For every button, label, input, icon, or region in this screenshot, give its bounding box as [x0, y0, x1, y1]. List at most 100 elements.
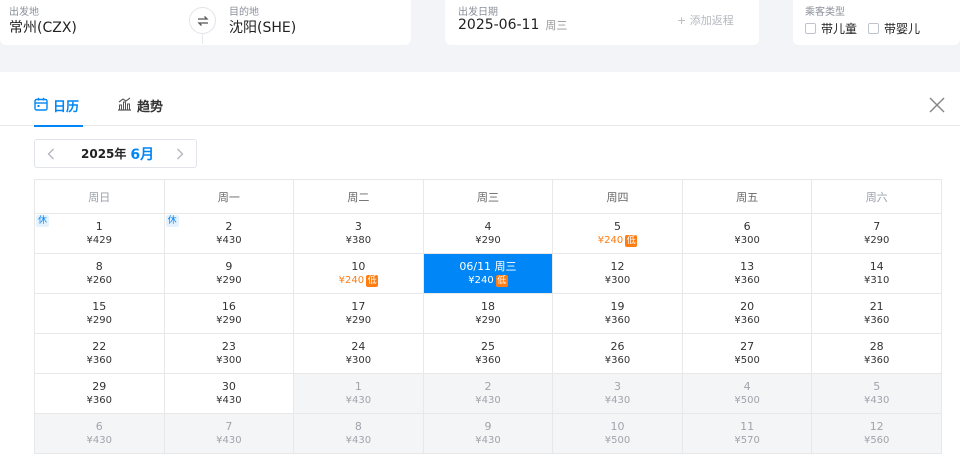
calendar-day[interactable]: 4 ¥290 [422, 213, 554, 254]
day-number: 29 [92, 379, 107, 393]
calendar-day[interactable]: 10 ¥500 [552, 413, 683, 454]
calendar-day[interactable]: 24 ¥300 [293, 333, 424, 374]
calendar-day[interactable]: 5 ¥240 低 [552, 213, 683, 254]
price-wrap: ¥360 [35, 354, 164, 368]
calendar-day[interactable]: 9 ¥290 [163, 253, 295, 294]
calendar-day[interactable]: 12 ¥300 [552, 253, 683, 294]
calendar-day[interactable]: 4 ¥500 [681, 373, 813, 414]
calendar-day[interactable]: 11 ¥570 [681, 413, 813, 454]
weekday-header: 周日 [34, 179, 165, 214]
calendar-day[interactable]: 15 ¥290 [34, 293, 165, 334]
swap-arrows-icon [196, 15, 209, 26]
departure-field[interactable]: 出发地 常州(CZX) [0, 0, 180, 45]
calendar-day[interactable]: 28 ¥360 [811, 333, 942, 374]
calendar-day-selected[interactable]: 06/11 周三 ¥240 低 [422, 253, 554, 294]
child-option[interactable]: 带儿童 [805, 20, 857, 37]
destination-field[interactable]: 目的地 沈阳(SHE) [222, 0, 402, 45]
day-price: ¥430 [604, 394, 631, 406]
price-wrap: ¥300 [683, 234, 812, 248]
day-number: 8 [354, 419, 362, 433]
day-price: ¥290 [216, 314, 242, 326]
swap-button[interactable] [189, 7, 216, 34]
price-wrap: ¥290 [165, 274, 294, 288]
date-value-wrap: 2025-06-11 周三 [458, 17, 567, 33]
calendar-day[interactable]: 26 ¥360 [552, 333, 683, 374]
calendar-day[interactable]: 9 ¥430 [422, 413, 554, 454]
tab-calendar[interactable]: 日历 [34, 96, 84, 127]
day-number: 3 [354, 219, 362, 233]
calendar-day[interactable]: 17 ¥290 [293, 293, 424, 334]
calendar-day[interactable]: 21 ¥360 [811, 293, 942, 334]
day-number: 5 [873, 379, 881, 393]
price-wrap: ¥560 [812, 434, 941, 448]
date-card: 出发日期 2025-06-11 周三 + 添加返程 [445, 0, 759, 45]
calendar-day[interactable]: 休 1 ¥429 [34, 213, 165, 254]
calendar-day[interactable]: 2 ¥430 [422, 373, 554, 414]
calendar-day[interactable]: 10 ¥240 低 [293, 253, 424, 294]
prev-month-button[interactable] [39, 140, 63, 167]
calendar-day[interactable]: 5 ¥430 [811, 373, 942, 414]
calendar-day[interactable]: 6 ¥430 [34, 413, 165, 454]
calendar-day[interactable]: 16 ¥290 [163, 293, 295, 334]
calendar-day[interactable]: 7 ¥430 [163, 413, 295, 454]
departure-date-field[interactable]: 出发日期 2025-06-11 周三 [445, 0, 655, 45]
calendar-day[interactable]: 8 ¥430 [293, 413, 424, 454]
calendar-day[interactable]: 29 ¥360 [34, 373, 165, 414]
next-month-button[interactable] [168, 140, 192, 167]
calendar-day[interactable]: 23 ¥300 [163, 333, 295, 374]
calendar-day[interactable]: 3 ¥430 [552, 373, 683, 414]
calendar-day[interactable]: 13 ¥360 [681, 253, 813, 294]
day-price: ¥290 [475, 234, 501, 246]
day-price: ¥290 [345, 314, 372, 326]
infant-checkbox[interactable] [868, 23, 879, 34]
chevron-right-icon [177, 148, 184, 159]
passenger-label: 乘客类型 [805, 7, 845, 18]
day-number: 06/11 周三 [459, 259, 517, 273]
price-wrap: ¥360 [553, 354, 682, 368]
calendar-day[interactable]: 19 ¥360 [552, 293, 683, 334]
day-number: 7 [873, 219, 881, 233]
calendar-day[interactable]: 25 ¥360 [422, 333, 554, 374]
day-price: ¥290 [86, 314, 112, 326]
child-checkbox[interactable] [805, 23, 816, 34]
month-month: 6月 [130, 146, 155, 163]
day-price: ¥360 [86, 354, 112, 366]
calendar-day[interactable]: 30 ¥430 [163, 373, 295, 414]
calendar-icon [34, 97, 48, 111]
price-wrap: ¥260 [35, 274, 164, 288]
day-price: ¥360 [734, 314, 760, 326]
price-wrap: ¥430 [165, 234, 294, 248]
calendar-day[interactable]: 27 ¥500 [681, 333, 813, 374]
calendar-day[interactable]: 7 ¥290 [811, 213, 942, 254]
date-weekday: 周三 [545, 19, 568, 32]
departure-label: 出发地 [9, 7, 39, 18]
price-wrap: ¥360 [683, 314, 812, 328]
calendar-day[interactable]: 8 ¥260 [34, 253, 165, 294]
day-price: ¥430 [345, 394, 372, 406]
infant-option[interactable]: 带婴儿 [868, 20, 920, 37]
price-wrap: ¥430 [294, 394, 423, 408]
day-number: 5 [614, 219, 622, 233]
calendar-day[interactable]: 6 ¥300 [681, 213, 813, 254]
close-icon[interactable] [928, 96, 946, 114]
calendar-day[interactable]: 1 ¥430 [293, 373, 424, 414]
calendar-day[interactable]: 20 ¥360 [681, 293, 813, 334]
calendar-day[interactable]: 22 ¥360 [34, 333, 165, 374]
calendar-day[interactable]: 12 ¥560 [811, 413, 942, 454]
calendar-day[interactable]: 休 2 ¥430 [163, 213, 295, 254]
weekday-header: 周三 [422, 179, 554, 214]
day-price: ¥430 [86, 434, 112, 446]
calendar-day[interactable]: 14 ¥310 [811, 253, 942, 294]
calendar-day[interactable]: 18 ¥290 [422, 293, 554, 334]
day-price: ¥430 [475, 434, 501, 446]
calendar-day[interactable]: 3 ¥380 [293, 213, 424, 254]
day-price: ¥429 [86, 234, 112, 246]
price-wrap: ¥240 低 [424, 274, 553, 288]
add-return-button[interactable]: + 添加返程 [677, 12, 734, 28]
price-wrap: ¥500 [683, 394, 812, 408]
departure-value: 常州(CZX) [9, 20, 77, 36]
day-number: 12 [869, 419, 884, 433]
price-wrap: ¥430 [294, 434, 423, 448]
tab-trend[interactable]: 趋势 [117, 96, 163, 126]
chevron-left-icon [47, 148, 54, 159]
